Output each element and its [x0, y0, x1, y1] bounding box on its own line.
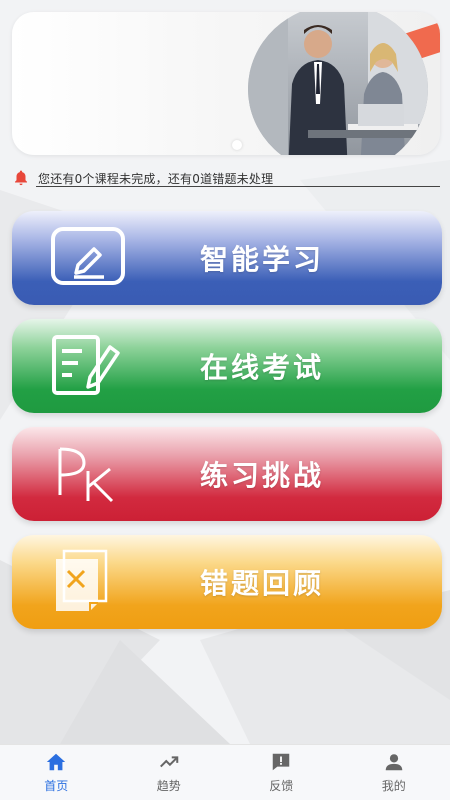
- home-icon: [47, 753, 66, 771]
- tab-trend-label: 趋势: [156, 779, 181, 793]
- tab-home-label: 首页: [44, 779, 69, 793]
- practice-challenge-label: 练习挑战: [199, 459, 324, 492]
- exam-icon: [52, 335, 120, 395]
- banner-photo: [248, 12, 428, 155]
- bottom-tab-bar: 首页 趋势 反馈 我的: [0, 744, 450, 800]
- tab-mine[interactable]: 我的: [338, 745, 450, 800]
- smart-learning-button[interactable]: 智能学习: [12, 211, 442, 305]
- trend-icon: [159, 756, 179, 768]
- tab-feedback[interactable]: 反馈: [225, 745, 338, 800]
- carousel-indicator[interactable]: [232, 140, 242, 150]
- notice-divider: [36, 186, 440, 187]
- notice-text: 您还有0个课程未完成，还有0道错题未处理: [38, 171, 274, 186]
- tab-home[interactable]: 首页: [0, 745, 113, 800]
- online-exam-label: 在线考试: [199, 351, 324, 384]
- tab-feedback-label: 反馈: [269, 779, 294, 793]
- wrong-question-review-button[interactable]: 错题回顾: [12, 535, 442, 629]
- wrong-doc-icon: [56, 549, 108, 611]
- tab-mine-label: 我的: [381, 779, 406, 793]
- online-exam-button[interactable]: 在线考试: [12, 319, 442, 413]
- tab-trend[interactable]: 趋势: [113, 745, 226, 800]
- smart-learning-label: 智能学习: [199, 243, 324, 276]
- notice-bar[interactable]: 您还有0个课程未完成，还有0道错题未处理: [12, 168, 440, 188]
- user-icon: [385, 754, 402, 771]
- pk-icon: [58, 447, 114, 503]
- write-icon: [51, 227, 125, 285]
- practice-challenge-button[interactable]: 练习挑战: [12, 427, 442, 521]
- banner-carousel[interactable]: [12, 12, 440, 155]
- bell-icon: [15, 170, 27, 186]
- feedback-icon: [273, 753, 290, 771]
- wrong-question-review-label: 错题回顾: [199, 567, 324, 600]
